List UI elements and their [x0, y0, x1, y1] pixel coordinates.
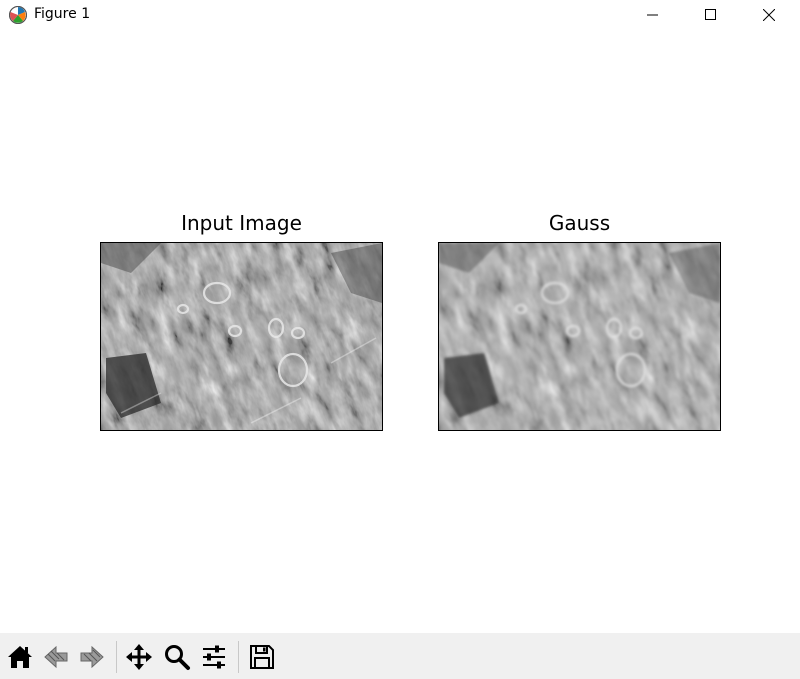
pan-button[interactable]: [122, 639, 156, 675]
forward-icon: [78, 643, 106, 671]
back-button[interactable]: [39, 639, 73, 675]
home-icon: [6, 643, 34, 671]
input-image[interactable]: [100, 242, 383, 431]
subplot-title-input: Input Image: [181, 211, 302, 235]
minimize-icon: [647, 9, 659, 21]
toolbar-separator: [238, 641, 239, 673]
pan-icon: [125, 643, 153, 671]
maximize-icon: [705, 9, 717, 21]
window-titlebar[interactable]: Figure 1: [0, 0, 800, 30]
home-button[interactable]: [3, 639, 37, 675]
zoom-icon: [163, 643, 191, 671]
minimize-button[interactable]: [630, 0, 676, 30]
close-icon: [763, 9, 775, 21]
forward-button[interactable]: [75, 639, 109, 675]
configure-subplots-icon: [200, 643, 228, 671]
save-icon: [248, 643, 276, 671]
zoom-button[interactable]: [160, 639, 194, 675]
toolbar-separator: [116, 641, 117, 673]
navigation-toolbar: [0, 633, 800, 679]
save-button[interactable]: [245, 639, 279, 675]
maximize-button[interactable]: [688, 0, 734, 30]
configure-subplots-button[interactable]: [197, 639, 231, 675]
back-icon: [42, 643, 70, 671]
close-button[interactable]: [746, 0, 792, 30]
subplot-title-gauss: Gauss: [548, 211, 611, 235]
window-title: Figure 1: [34, 6, 91, 22]
matplotlib-icon: [8, 5, 28, 25]
gauss-image[interactable]: [438, 242, 721, 431]
